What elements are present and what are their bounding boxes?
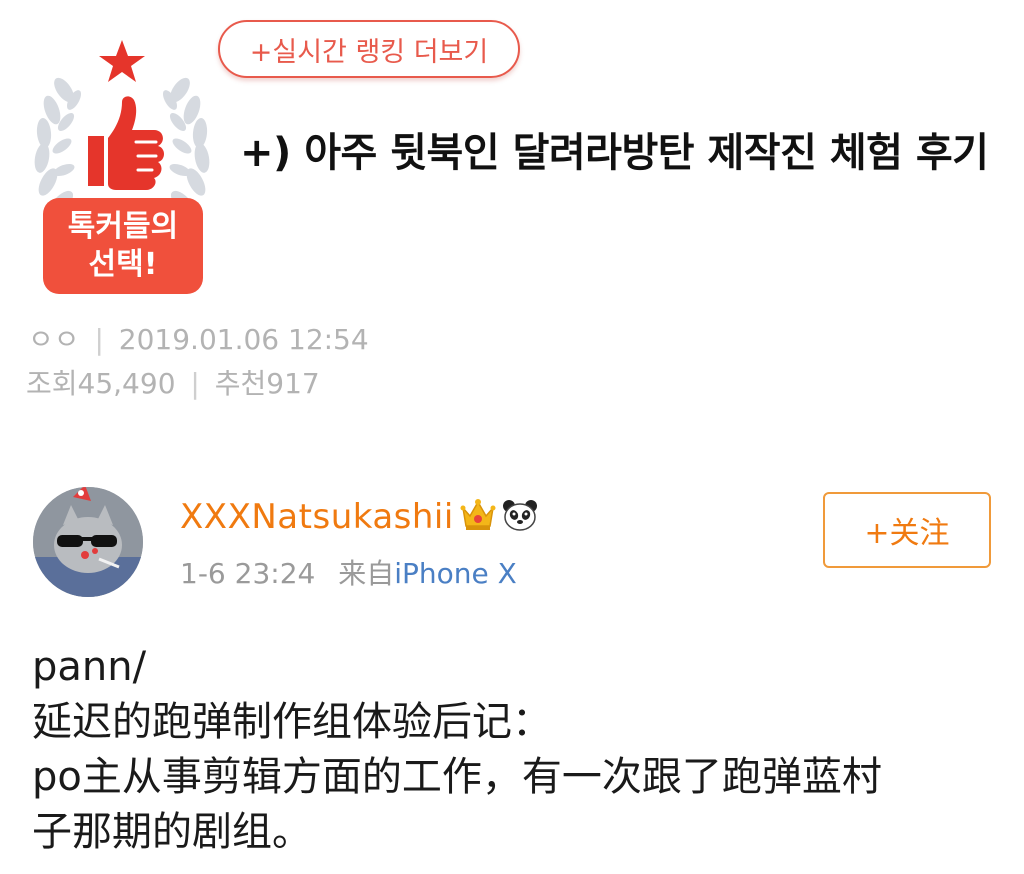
likes-count: 917 <box>266 367 320 400</box>
post-title: +) 아주 뒷북인 달려라방탄 제작진 체험 후기 <box>240 130 989 176</box>
star-icon <box>99 40 145 82</box>
body-line: 子那期的剧组。 <box>32 809 312 855</box>
cat-avatar-icon <box>33 487 143 597</box>
body-line: po主从事剪辑方面的工作，有一次跟了跑弹蓝村 <box>32 754 882 800</box>
device-source[interactable]: iPhone X <box>394 557 517 590</box>
crown-icon <box>460 498 496 536</box>
post-date: 2019.01.06 12:54 <box>118 323 369 356</box>
likes-label: 추천 <box>214 367 267 400</box>
username-row: XXXNatsukashii <box>180 495 538 539</box>
post-body: pann/ 延迟的跑弹制作组体验后记： po主从事剪辑方面的工作，有一次跟了跑弹… <box>32 640 992 860</box>
username[interactable]: XXXNatsukashii <box>180 497 454 537</box>
views-label: 조회 <box>26 367 78 400</box>
author[interactable]: ㅇㅇ <box>28 323 80 356</box>
badge-line2: 선택! <box>88 247 158 282</box>
post-meta-author-date: ㅇㅇ | 2019.01.06 12:54 <box>28 318 369 358</box>
body-line: 延迟的跑弹制作组体验后记： <box>32 699 552 745</box>
meta-divider: | <box>190 367 200 400</box>
views-count: 45,490 <box>77 367 176 400</box>
talker-choice-badge: 톡커들의 선택! <box>26 38 218 300</box>
realtime-ranking-button[interactable]: +실시간 랭킹 더보기 <box>218 20 520 78</box>
thumbs-up-icon <box>88 96 164 190</box>
post-time: 1-6 23:24 <box>180 557 316 590</box>
meta-divider: | <box>94 323 104 356</box>
post-time-row: 1-6 23:24 来自iPhone X <box>180 552 517 592</box>
badge-line1: 톡커들의 <box>67 209 179 244</box>
post-meta-stats: 조회45,490 | 추천917 <box>26 362 320 402</box>
body-line: pann/ <box>32 644 147 690</box>
follow-button[interactable]: +关注 <box>823 492 991 568</box>
panda-icon <box>502 498 538 536</box>
avatar[interactable] <box>33 487 143 597</box>
talker-choice-label: 톡커들의 선택! <box>43 198 203 294</box>
source-prefix: 来自 <box>338 557 395 590</box>
